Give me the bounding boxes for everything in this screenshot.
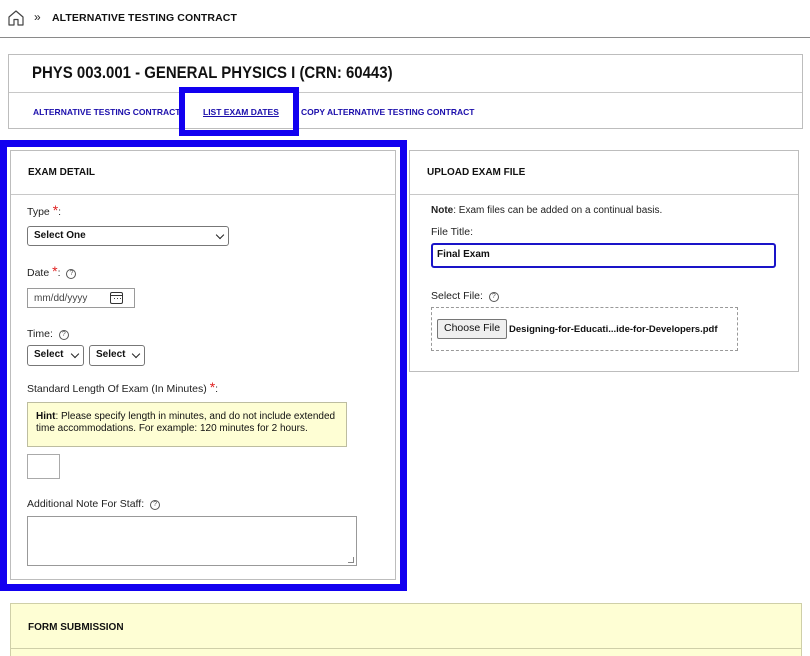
select-file-label: Select File: ?	[431, 290, 499, 302]
tab-highlight-box	[179, 87, 299, 136]
info-icon[interactable]: ?	[66, 269, 77, 279]
info-icon[interactable]: ?	[488, 292, 499, 302]
tab-copy-alternative-testing-contract[interactable]: COPY ALTERNATIVE TESTING CONTRACT	[301, 107, 474, 117]
hint-box: Hint: Please specify length in minutes, …	[27, 402, 347, 447]
choose-file-button[interactable]: Choose File	[437, 319, 508, 339]
info-icon[interactable]: ?	[58, 330, 69, 340]
time-label-text: Time:	[27, 328, 53, 340]
form-submission-panel: FORM SUBMISSION	[10, 603, 802, 656]
file-drop-area[interactable]: Choose File Designing-for-Educati...ide-…	[431, 307, 738, 351]
required-marker: *	[52, 263, 58, 279]
upload-note: Note: Exam files can be added on a conti…	[431, 205, 662, 216]
hour-select[interactable]: Select	[27, 345, 84, 366]
type-select-value: Select One	[34, 230, 86, 241]
staff-note-textarea[interactable]	[27, 516, 357, 566]
exam-detail-heading: EXAM DETAIL	[11, 151, 395, 195]
type-label: Type *:	[27, 202, 62, 218]
course-title: PHYS 003.001 - GENERAL PHYSICS I (CRN: 6…	[32, 63, 393, 82]
calendar-icon[interactable]	[110, 292, 123, 304]
breadcrumb-current: ALTERNATIVE TESTING CONTRACT	[52, 12, 237, 24]
chevron-down-icon	[131, 349, 141, 359]
hint-label: Hint	[36, 411, 56, 422]
breadcrumb-separator-icon: »	[34, 10, 41, 24]
upload-heading: UPLOAD EXAM FILE	[410, 151, 798, 195]
required-marker: *	[209, 379, 216, 395]
select-file-label-text: Select File:	[431, 290, 483, 302]
exam-length-label: Standard Length Of Exam (In Minutes) *:	[27, 379, 219, 395]
upload-note-label: Note	[431, 205, 454, 216]
required-marker: *	[52, 202, 59, 218]
date-label-text: Date	[27, 267, 50, 279]
home-icon[interactable]	[7, 9, 25, 27]
form-submission-heading: FORM SUBMISSION	[28, 622, 124, 633]
staff-note-label: Additional Note For Staff: ?	[27, 498, 161, 510]
staff-note-label-text: Additional Note For Staff:	[27, 498, 145, 510]
selected-file-name: Designing-for-Educati...ide-for-Develope…	[509, 324, 718, 335]
hour-select-value: Select	[34, 349, 64, 360]
type-label-text: Type	[27, 206, 50, 218]
exam-length-label-text: Standard Length Of Exam (In Minutes)	[27, 383, 207, 395]
date-placeholder: mm/dd/yyyy	[34, 293, 88, 304]
upload-note-text: : Exam files can be added on a continual…	[453, 205, 663, 216]
info-icon[interactable]: ?	[150, 500, 161, 510]
breadcrumb-bar: » ALTERNATIVE TESTING CONTRACT	[0, 0, 810, 38]
tab-alternative-testing-contract[interactable]: ALTERNATIVE TESTING CONTRACT	[33, 107, 180, 117]
type-select[interactable]: Select One	[27, 226, 229, 246]
form-submission-divider	[11, 648, 801, 649]
resize-handle-icon[interactable]	[348, 557, 354, 563]
chevron-down-icon	[70, 349, 80, 359]
exam-length-input[interactable]	[27, 454, 60, 479]
file-title-label: File Title:	[431, 226, 474, 238]
course-divider	[9, 92, 802, 93]
course-header-card: PHYS 003.001 - GENERAL PHYSICS I (CRN: 6…	[8, 54, 803, 129]
minute-select-value: Select	[96, 349, 126, 360]
time-label: Time: ?	[27, 328, 69, 340]
file-title-input[interactable]: Final Exam	[431, 243, 776, 268]
date-label: Date *: ?	[27, 263, 77, 279]
minute-select[interactable]: Select	[89, 345, 145, 366]
hint-text: : Please specify length in minutes, and …	[36, 411, 336, 434]
date-input[interactable]: mm/dd/yyyy	[27, 288, 135, 308]
chevron-down-icon	[215, 230, 225, 240]
